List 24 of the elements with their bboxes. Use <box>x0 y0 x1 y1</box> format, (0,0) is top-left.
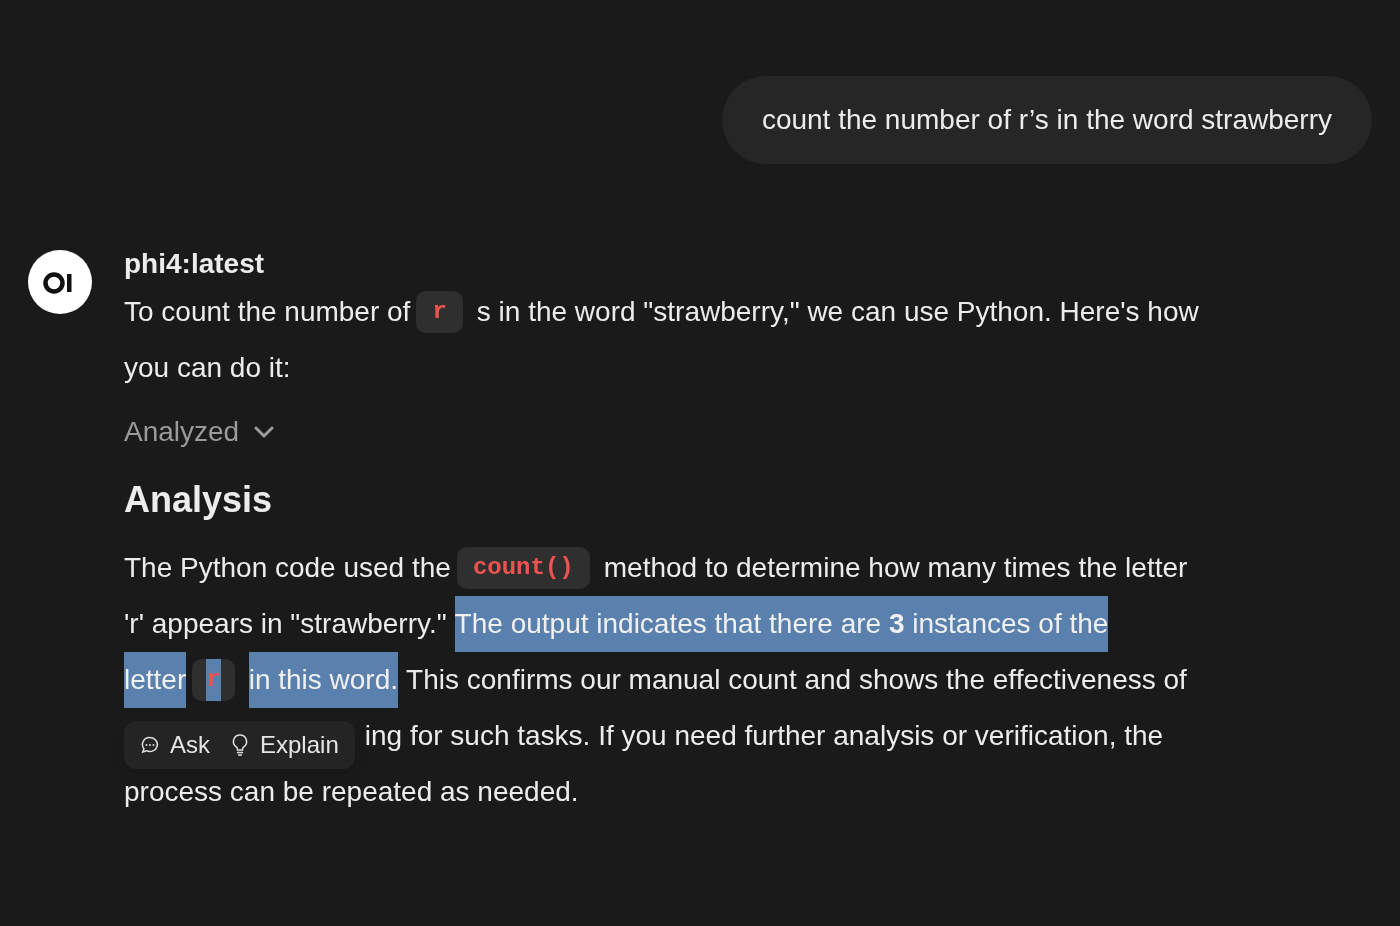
paragraph-text: you can do it: <box>124 351 291 385</box>
paragraph-text: process can be repeated as needed. <box>124 775 579 809</box>
paragraph-text: This confirms our manual count and shows the effectiveness of <box>406 663 1187 697</box>
selected-text: The output indicates that there are 3 instances of the <box>454 596 1109 652</box>
model-name: phi4:latest <box>124 247 266 281</box>
selected-text: letter <box>124 652 187 708</box>
inline-code: r <box>192 659 235 701</box>
paragraph-text: 'r' appears in "strawberry." <box>124 607 447 641</box>
chat-bubble-icon <box>140 735 160 755</box>
paragraph-text: s in the word "strawberry," we can use Python. Here's how <box>476 295 1199 329</box>
model-avatar-icon <box>28 250 92 314</box>
user-message: count the number of r’s in the word strawberry <box>721 76 1372 164</box>
section-heading: Analysis <box>124 478 274 522</box>
paragraph-text: method to determine how many times the letter <box>603 551 1188 585</box>
lightbulb-icon <box>230 733 250 757</box>
popup-action-button[interactable]: Explain <box>230 727 339 763</box>
paragraph-text: To count the number of <box>124 295 411 329</box>
inline-code: r <box>416 291 463 333</box>
inline-code: count() <box>456 547 590 589</box>
popup-action-button[interactable]: Ask <box>140 727 210 763</box>
analyzed-toggle[interactable]: Analyzed <box>124 412 276 452</box>
paragraph-text: The Python code used the <box>124 551 451 585</box>
selected-text: in this word. <box>248 652 399 708</box>
paragraph-text: ing for such tasks. If you need further analysis or verification, the <box>364 719 1164 753</box>
